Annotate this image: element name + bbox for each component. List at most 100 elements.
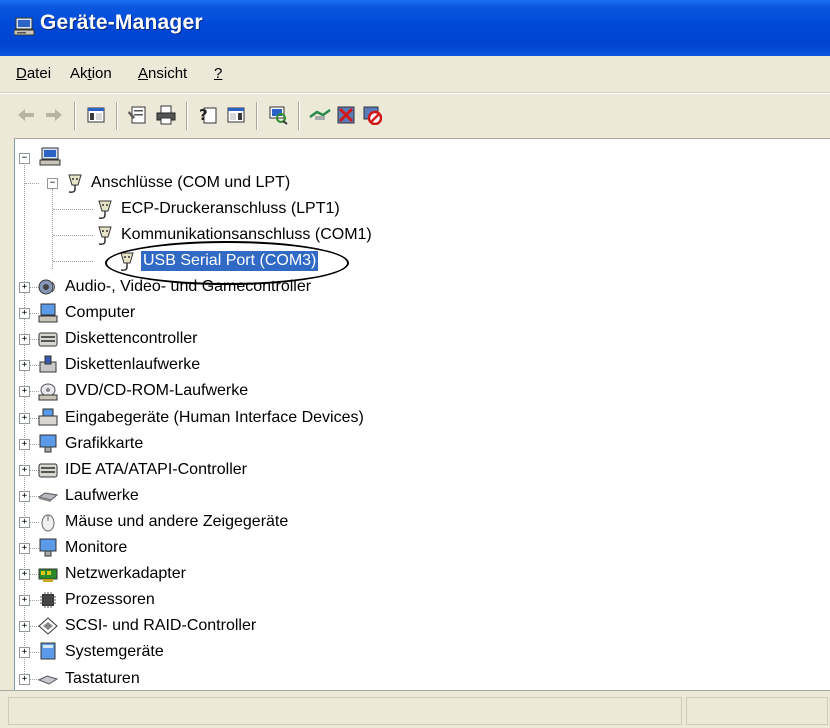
left-frame [0,137,14,728]
tree-item-category[interactable]: Grafikkarte [37,431,145,457]
tree-item-category[interactable]: Laufwerke [37,483,141,509]
forward-button[interactable] [42,103,66,127]
cd-drive-icon [38,383,58,401]
tree-item-usb-serial-port[interactable]: USB Serial Port (COM3) [115,248,319,274]
device-manager-window: Geräte-Manager Datei Aktion Ansicht ? ? [0,0,830,728]
menu-help[interactable]: ? [214,65,222,82]
category-expand-toggle[interactable]: + [19,517,30,528]
category-expand-toggle[interactable]: + [19,569,30,580]
tree-item-category[interactable]: Systemgeräte [37,639,166,665]
tree-item-label: SCSI- und RAID-Controller [65,617,257,634]
category-expand-toggle[interactable]: + [19,308,30,319]
port-connector-icon [120,252,134,271]
tree-item-category[interactable]: Audio-, Video- und Gamecontroller [37,274,313,300]
action-pane-button[interactable] [224,103,248,127]
port-connector-icon [68,174,82,193]
tree-item-label: DVD/CD-ROM-Laufwerke [65,382,249,399]
properties-icon [128,106,146,124]
menu-aktion[interactable]: Aktion [70,65,112,82]
category-expand-toggle[interactable]: + [19,334,30,345]
computer-icon [39,147,61,166]
update-driver-button[interactable] [308,103,332,127]
uninstall-icon [337,106,355,124]
category-expand-toggle[interactable]: + [19,386,30,397]
category-expand-toggle[interactable]: + [19,595,30,606]
tree-item-label: IDE ATA/ATAPI-Controller [65,461,247,478]
network-adapter-icon [38,568,58,582]
title-bar[interactable]: Geräte-Manager [0,0,830,56]
port-connector-icon [98,226,112,245]
root-collapse-toggle[interactable]: − [19,153,30,164]
tree-item-category[interactable]: SCSI- und RAID-Controller [37,613,258,639]
tree-item-label: Computer [65,304,136,321]
svg-text:?: ? [199,106,208,124]
tree-item-category[interactable]: Diskettenlaufwerke [37,352,202,378]
window-title: Geräte-Manager [40,11,203,34]
tree-item-category[interactable]: Prozessoren [37,587,157,613]
tree-item-ports[interactable]: Anschlüsse (COM und LPT) [63,170,292,196]
display-adapter-icon [39,434,57,453]
scan-hardware-button[interactable] [266,103,290,127]
tree-item-category[interactable]: Diskettencontroller [37,326,200,352]
category-expand-toggle[interactable]: + [19,465,30,476]
keyboard-icon [37,675,59,685]
tree-item-category[interactable]: Monitore [37,535,129,561]
tree-item-com1-port[interactable]: Kommunikationsanschluss (COM1) [93,222,374,248]
tree-item-label: Monitore [65,539,128,556]
menu-datei[interactable]: Datei [16,65,51,82]
tree-item-category[interactable]: IDE ATA/ATAPI-Controller [37,457,249,483]
tree-item-label: Audio-, Video- und Gamecontroller [65,278,312,295]
category-expand-toggle[interactable]: + [19,674,30,685]
forward-arrow-icon [46,109,62,121]
console-tree-button[interactable] [84,103,108,127]
scsi-controller-icon [38,617,58,635]
properties-button[interactable] [126,103,150,127]
category-expand-toggle[interactable]: + [19,439,30,450]
ports-collapse-toggle[interactable]: − [47,178,58,189]
status-bar [0,690,830,728]
tree-item-label-selected: USB Serial Port (COM3) [141,251,319,271]
category-expand-toggle[interactable]: + [19,621,30,632]
tree-item-label: Grafikkarte [65,435,144,452]
menu-bar: Datei Aktion Ansicht ? [0,56,830,93]
category-expand-toggle[interactable]: + [19,413,30,424]
category-expand-toggle[interactable]: + [19,647,30,658]
tree-item-label: Tastaturen [65,670,140,687]
category-expand-toggle[interactable]: + [19,360,30,371]
status-pane-secondary [686,697,828,725]
tree-item-category[interactable]: Eingabegeräte (Human Interface Devices) [37,405,366,431]
tree-item-category[interactable]: DVD/CD-ROM-Laufwerke [37,378,250,404]
print-button[interactable] [154,103,178,127]
hid-icon [38,408,58,426]
tree-item-category[interactable]: Tastaturen [37,666,142,692]
tree-item-label: Diskettencontroller [65,330,198,347]
tree-item-category[interactable]: Netzwerkadapter [37,561,188,587]
back-button[interactable] [14,103,38,127]
category-expand-toggle[interactable]: + [19,543,30,554]
menu-ansicht[interactable]: Ansicht [138,65,187,82]
help-icon: ? [199,106,217,124]
help-button[interactable]: ? [196,103,220,127]
scan-hardware-icon [269,106,288,125]
tree-item-category[interactable]: Computer [37,300,137,326]
tree-item-label: Diskettenlaufwerke [65,356,201,373]
category-expand-toggle[interactable]: + [19,282,30,293]
toolbar: ? [0,93,830,139]
console-tree-icon [87,107,105,123]
tree-item-label: Netzwerkadapter [65,565,186,582]
category-expand-toggle[interactable]: + [19,491,30,502]
tree-item-ecp-port[interactable]: ECP-Druckeranschluss (LPT1) [93,196,342,222]
uninstall-button[interactable] [334,103,358,127]
tree-item-label: Eingabegeräte (Human Interface Devices) [65,409,364,426]
status-pane-main [8,697,682,725]
monitor-icon [39,538,57,557]
tree-item-category[interactable]: Mäuse und andere Zeigegeräte [37,509,290,535]
disable-icon [363,106,382,125]
hard-drive-icon [37,492,59,502]
tree-root[interactable] [39,144,65,170]
device-tree[interactable]: − − Anschlüsse (COM und LPT) ECP-Drucker… [14,139,830,690]
disable-button[interactable] [360,103,384,127]
printer-icon [156,105,176,125]
tree-item-label: ECP-Druckeranschluss (LPT1) [121,200,340,217]
mouse-icon [41,514,55,532]
